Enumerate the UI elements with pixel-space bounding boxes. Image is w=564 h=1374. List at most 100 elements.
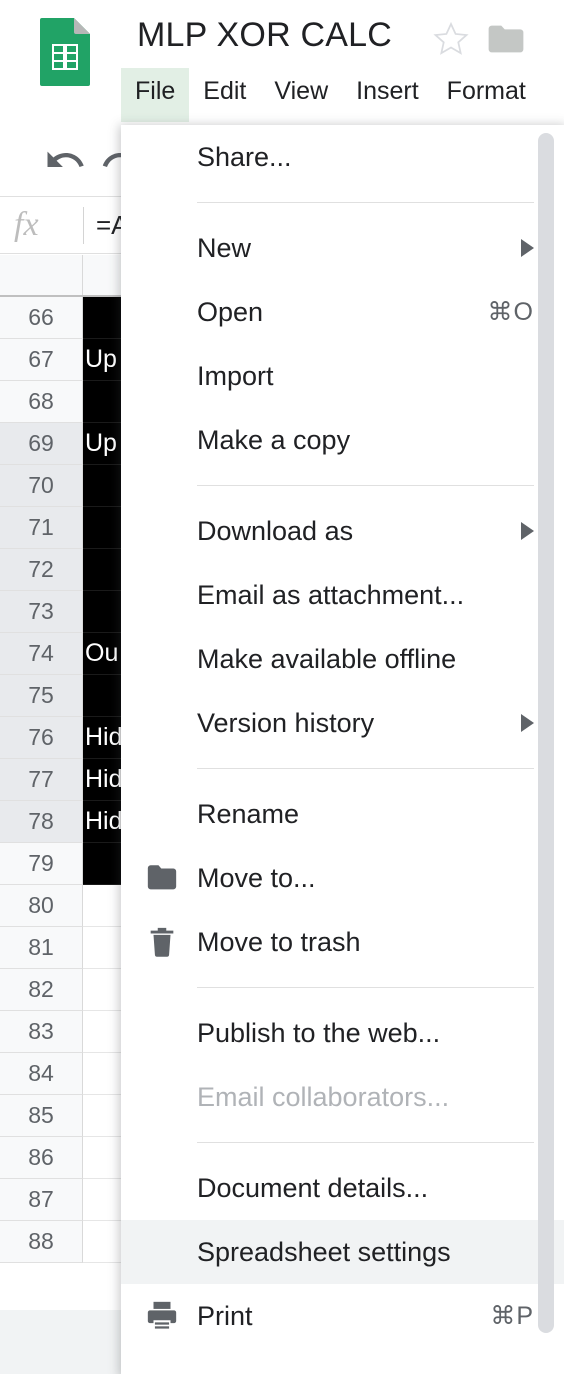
row-header[interactable]: 69 <box>0 423 83 465</box>
menu-item-spreadsheet-settings[interactable]: Spreadsheet settings <box>121 1220 564 1284</box>
grid-cell[interactable] <box>83 843 121 885</box>
menu-item-shortcut: ⌘O <box>487 298 534 326</box>
document-title[interactable]: MLP XOR CALC <box>137 12 392 58</box>
menu-format[interactable]: Format <box>433 68 540 122</box>
row-header[interactable]: 74 <box>0 633 83 675</box>
menu-item-rename[interactable]: Rename <box>121 782 564 846</box>
app-bar: MLP XOR CALC File Edit View Insert Forma… <box>0 0 564 125</box>
row-header[interactable]: 83 <box>0 1011 83 1053</box>
row-header[interactable]: 79 <box>0 843 83 885</box>
grid-row: 87 <box>0 1179 121 1221</box>
grid-row: 81 <box>0 927 121 969</box>
menu-item-label: Move to trash <box>197 926 361 957</box>
menu-view[interactable]: View <box>260 68 342 122</box>
menu-insert[interactable]: Insert <box>342 68 433 122</box>
row-header[interactable]: 88 <box>0 1221 83 1263</box>
menu-item-label: Open <box>197 296 264 327</box>
grid-cell[interactable] <box>83 927 121 969</box>
menu-item-make-a-copy[interactable]: Make a copy <box>121 408 564 472</box>
menu-scrollbar[interactable] <box>538 133 554 1333</box>
grid-cell[interactable] <box>83 1221 121 1263</box>
row-header[interactable]: 72 <box>0 549 83 591</box>
menu-item-make-available-offline[interactable]: Make available offline <box>121 627 564 691</box>
menu-item-version-history[interactable]: Version history <box>121 691 564 755</box>
menu-edit[interactable]: Edit <box>189 68 260 122</box>
row-header[interactable]: 87 <box>0 1179 83 1221</box>
grid-row: 83 <box>0 1011 121 1053</box>
row-header[interactable]: 81 <box>0 927 83 969</box>
menu-item-import[interactable]: Import <box>121 344 564 408</box>
folder-icon[interactable] <box>487 24 525 54</box>
row-header[interactable]: 75 <box>0 675 83 717</box>
row-header[interactable]: 66 <box>0 297 83 339</box>
grid-cell[interactable]: Hid <box>83 801 121 843</box>
grid-row: 68 <box>0 381 121 423</box>
formula-input[interactable]: =A <box>96 210 122 241</box>
menu-item-label: Document details... <box>197 1172 429 1203</box>
grid-cell[interactable] <box>83 1179 121 1221</box>
row-header[interactable]: 82 <box>0 969 83 1011</box>
grid-cell[interactable] <box>83 591 121 633</box>
grid-cell[interactable] <box>83 1095 121 1137</box>
menu-item-share[interactable]: Share... <box>121 125 564 189</box>
row-header[interactable]: 73 <box>0 591 83 633</box>
row-header[interactable]: 78 <box>0 801 83 843</box>
menu-file[interactable]: File <box>121 68 190 122</box>
select-all-corner[interactable] <box>0 255 83 295</box>
row-header[interactable]: 71 <box>0 507 83 549</box>
grid-row: 73 <box>0 591 121 633</box>
menu-item-label: Version history <box>197 707 375 738</box>
undo-arrow-icon[interactable] <box>44 139 86 181</box>
row-header[interactable]: 77 <box>0 759 83 801</box>
grid-cell[interactable] <box>83 465 121 507</box>
row-header[interactable]: 85 <box>0 1095 83 1137</box>
horizontal-scrollbar-track[interactable] <box>0 1288 121 1310</box>
grid-cell[interactable] <box>83 297 121 339</box>
menu-item-email-as-attachment[interactable]: Email as attachment... <box>121 563 564 627</box>
grid-cell[interactable] <box>83 1011 121 1053</box>
menu-item-move-to[interactable]: Move to... <box>121 846 564 910</box>
row-header[interactable]: 68 <box>0 381 83 423</box>
grid-cell[interactable]: Hid <box>83 759 121 801</box>
menu-item-download-as[interactable]: Download as <box>121 499 564 563</box>
grid-cell[interactable] <box>83 1053 121 1095</box>
grid-cell[interactable]: Hid <box>83 717 121 759</box>
row-header[interactable]: 70 <box>0 465 83 507</box>
menu-item-print[interactable]: Print ⌘P <box>121 1284 564 1348</box>
grid-row: 77 Hid <box>0 759 121 801</box>
grid-row: 71 <box>0 507 121 549</box>
star-outline-icon[interactable] <box>432 20 470 58</box>
formula-bar-divider <box>83 207 84 244</box>
grid-row: 74 Ou <box>0 633 121 675</box>
grid-cell[interactable] <box>83 1137 121 1179</box>
row-header[interactable]: 80 <box>0 885 83 927</box>
grid-row: 72 <box>0 549 121 591</box>
grid-cell[interactable] <box>83 549 121 591</box>
chevron-right-icon <box>521 522 534 540</box>
menu-item-publish-to-the-web[interactable]: Publish to the web... <box>121 1001 564 1065</box>
menu-separator <box>197 1142 534 1143</box>
grid-row: 78 Hid <box>0 801 121 843</box>
google-sheets-window: MLP XOR CALC File Edit View Insert Forma… <box>0 0 564 1374</box>
menu-item-new[interactable]: New <box>121 216 564 280</box>
chevron-right-icon <box>521 714 534 732</box>
grid-cell[interactable] <box>83 885 121 927</box>
menu-item-open[interactable]: Open ⌘O <box>121 280 564 344</box>
column-header-cell[interactable] <box>83 255 121 295</box>
row-header[interactable]: 86 <box>0 1137 83 1179</box>
grid-cell[interactable] <box>83 507 121 549</box>
menu-item-move-to-trash[interactable]: Move to trash <box>121 910 564 974</box>
row-header[interactable]: 67 <box>0 339 83 381</box>
grid-cell[interactable]: Up <box>83 339 121 381</box>
row-header[interactable]: 76 <box>0 717 83 759</box>
grid-cell[interactable]: Ou <box>83 633 121 675</box>
grid-row: 67 Up <box>0 339 121 381</box>
grid-cell[interactable] <box>83 675 121 717</box>
grid-cell[interactable] <box>83 381 121 423</box>
row-header[interactable]: 84 <box>0 1053 83 1095</box>
menu-item-document-details[interactable]: Document details... <box>121 1156 564 1220</box>
sheet-tab-bar <box>0 1310 121 1374</box>
grid-cell[interactable]: Up <box>83 423 121 465</box>
grid-row: 76 Hid <box>0 717 121 759</box>
grid-cell[interactable] <box>83 969 121 1011</box>
